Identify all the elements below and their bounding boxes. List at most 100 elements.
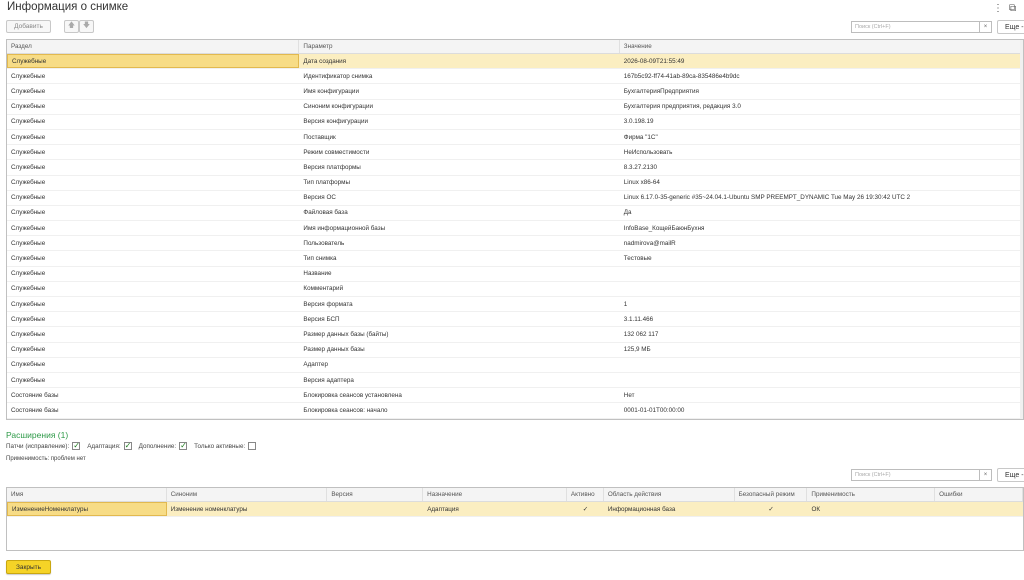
table-cell[interactable]: Файловая база [299,206,619,220]
column-header[interactable]: Имя [7,488,167,501]
table-cell[interactable]: Имя конфигурации [299,84,619,98]
table-cell[interactable]: Служебные [7,100,299,114]
extensions-more-button[interactable]: Еще - [997,468,1024,482]
table-row[interactable]: Служебные Режим совместимости НеИспользова… [7,145,1023,161]
table-cell[interactable]: Имя информационной базы [299,221,619,235]
table-cell[interactable]: 1 [620,297,1023,311]
table-cell[interactable]: Служебные [7,54,300,69]
table-cell[interactable]: Версия адаптера [299,373,619,387]
table-cell[interactable]: Фирма "1С" [620,130,1023,144]
table-cell[interactable]: Linux 6.17.0-35-generic #35~24.04.1-Ubun… [620,191,1023,205]
table-row[interactable]: Служебные Синоним конфигурации Бухгалтерия… [7,100,1023,115]
table-cell[interactable]: Служебные [7,206,299,220]
filter-checkbox[interactable] [123,442,132,450]
filter-checkbox[interactable] [72,442,81,450]
table-cell[interactable]: Версия БСП [299,312,619,326]
table-cell[interactable]: ОК [807,502,935,516]
table-cell[interactable]: ИзменениеНоменклатуры [7,502,167,517]
extensions-search-input[interactable]: Поиск (Ctrl+F) [851,469,980,481]
table-row[interactable]: Служебные Тип платформы Linux x86-64 [7,176,1023,191]
table-cell[interactable]: Режим совместимости [299,145,619,159]
table-cell[interactable]: Служебные [7,130,299,144]
table-cell[interactable]: Служебные [7,251,299,265]
table-cell[interactable]: НеИспользовать [620,145,1023,159]
table-cell[interactable]: Состояние базы [7,403,299,417]
table-cell[interactable] [620,358,1023,372]
table-cell[interactable]: Блокировка сеансов установлена [299,388,619,402]
table-cell[interactable]: Идентификатор снимка [299,69,619,83]
table-cell[interactable]: Адаптация [423,502,567,516]
table-cell[interactable]: Поставщик [299,130,619,144]
table-cell[interactable]: Тестовые [620,251,1023,265]
table-cell[interactable]: Пользователь [299,236,619,250]
table-cell[interactable]: Служебные [7,327,299,341]
table-row[interactable]: Служебные Адаптер [7,358,1023,373]
table-row[interactable]: Служебные Файловая база Да [7,206,1023,222]
table-cell[interactable]: 167b5c92-ff74-41ab-89ca-835486e4b9dc [620,69,1023,83]
table-cell[interactable]: Тип снимка [299,251,619,265]
table-cell[interactable]: Служебные [7,145,299,159]
column-header[interactable]: Активно [567,488,604,501]
table-cell[interactable]: Служебные [7,297,299,311]
snapshot-info-table[interactable]: Раздел Параметр Значение Служебные Дата соз… [6,39,1024,420]
table-cell[interactable]: Комментарий [299,282,619,296]
table-cell[interactable] [620,373,1023,387]
table-cell[interactable]: Служебные [7,115,299,129]
table-cell[interactable] [935,502,1023,516]
table-cell[interactable]: Служебные [7,221,299,235]
menu-icon[interactable]: ⋮ [993,3,1003,14]
table-row[interactable]: Служебные Дата создания 2026-08-09T21:55:4… [7,54,1023,70]
table-row[interactable]: Служебные Версия конфигурации 3.0.198.19 [7,115,1023,130]
table-cell[interactable]: Информационная база [604,502,735,516]
table-cell[interactable]: Linux x86-64 [620,176,1023,190]
table-cell[interactable]: Дата создания [299,54,619,68]
column-header[interactable]: Ошибки [935,488,1023,501]
table-cell[interactable]: 2026-08-09T21:55:49 [620,54,1023,68]
restore-icon[interactable]: ⧉ [1009,3,1016,14]
table-cell[interactable]: Да [620,206,1023,220]
table-cell[interactable]: Изменение номенклатуры [167,502,328,516]
table-row[interactable]: Служебные Идентификатор снимка 167b5c92-ff… [7,69,1023,85]
table-cell[interactable]: 3.1.11.466 [620,312,1023,326]
table-row[interactable]: Служебные Размер данных базы (байты) 132 0… [7,327,1023,343]
table-cell[interactable] [620,267,1023,281]
table-cell[interactable]: Служебные [7,282,299,296]
add-button[interactable]: Добавить [6,20,51,33]
table-cell[interactable]: Служебные [7,191,299,205]
table-row[interactable]: Служебные Имя конфигурации БухгалтерияПред… [7,84,1023,100]
table-cell[interactable]: Состояние базы [7,388,299,402]
table-cell[interactable]: Служебные [7,343,299,357]
column-header[interactable]: Раздел [7,40,300,53]
table-cell[interactable] [620,282,1023,296]
table-cell[interactable]: Синоним конфигурации [299,100,619,114]
table-row[interactable]: Состояние базы Блокировка сеансов: начало… [7,403,1023,419]
filter-checkbox[interactable] [179,442,188,450]
table-cell[interactable]: Служебные [7,267,299,281]
table-row[interactable]: Служебные Версия платформы 8.3.27.2130 [7,160,1023,176]
table-cell[interactable]: Версия формата [299,297,619,311]
table-cell[interactable]: Версия конфигурации [299,115,619,129]
table-cell[interactable] [327,502,423,516]
filter-checkbox[interactable] [248,442,257,450]
table-cell[interactable]: Служебные [7,69,299,83]
table-row[interactable]: Служебные Имя информационной базы InfoBase… [7,221,1023,237]
table-cell[interactable]: Версия ОС [299,191,619,205]
check-icon[interactable]: ✓ [735,502,808,516]
move-up-button[interactable]: 🡅 [64,20,79,33]
move-down-button[interactable]: 🡇 [79,20,94,33]
table-row[interactable]: Служебные Поставщик Фирма "1С" [7,130,1023,146]
table-cell[interactable]: БухгалтерияПредприятия [620,84,1023,98]
column-header[interactable]: Безопасный режим [735,488,808,501]
table-cell[interactable]: Версия платформы [299,160,619,174]
scrollbar[interactable] [1020,40,1023,419]
table-cell[interactable]: InfoBase_КощейБаюнБухня [620,221,1023,235]
extensions-title[interactable]: Расширения (1) [6,430,68,440]
table-cell[interactable]: Тип платформы [299,176,619,190]
table-cell[interactable]: Название [299,267,619,281]
table-cell[interactable]: 0001-01-01T00:00:00 [620,403,1023,417]
table-row[interactable]: Служебные Размер данных базы 125,9 МБ [7,343,1023,358]
table-row[interactable]: Служебные Версия адаптера [7,373,1023,389]
column-header[interactable]: Назначение [423,488,567,501]
table-cell[interactable]: 132 062 117 [620,327,1023,341]
table-row[interactable]: Служебные Версия БСП 3.1.11.466 [7,312,1023,328]
